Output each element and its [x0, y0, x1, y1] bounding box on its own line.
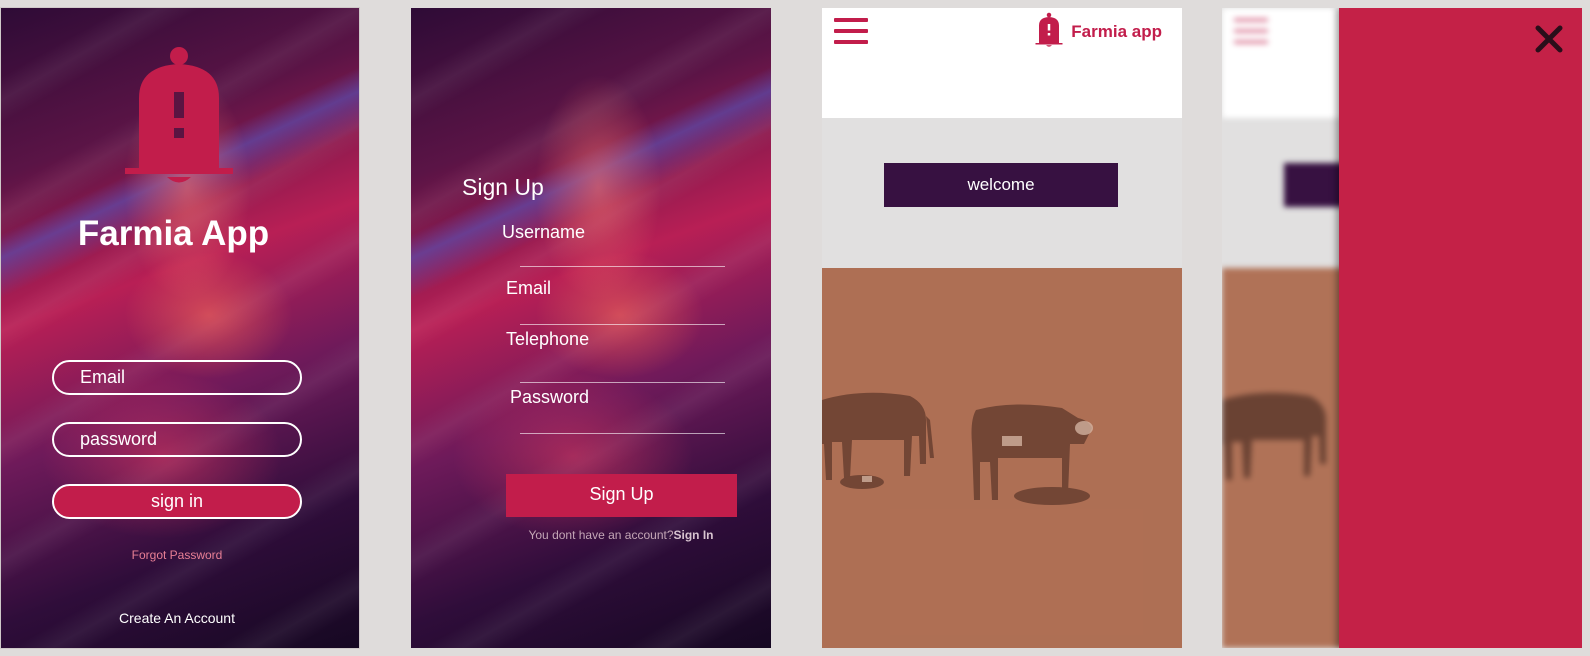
sign-up-button[interactable]: Sign Up: [506, 474, 737, 517]
side-menu-panel: [1339, 8, 1582, 648]
signup-title: Sign Up: [462, 174, 544, 200]
home-screen: Farmia app welcome: [822, 8, 1182, 648]
welcome-button[interactable]: welcome: [884, 163, 1118, 207]
sign-in-link[interactable]: Sign In: [674, 528, 714, 542]
sign-in-button[interactable]: sign in: [52, 484, 302, 519]
menu-screen: [1222, 8, 1582, 648]
brand: Farmia app: [1035, 12, 1162, 52]
app-header: Farmia app: [822, 8, 1182, 118]
signup-footer: You dont have an account?Sign In: [411, 528, 771, 542]
email-label: Email: [506, 278, 552, 298]
username-input[interactable]: [520, 266, 725, 267]
bell-alert-icon: [1035, 12, 1063, 52]
hamburger-menu-icon[interactable]: [834, 18, 868, 46]
email-input[interactable]: Email: [52, 360, 302, 395]
brand-name: Farmia app: [1071, 22, 1162, 41]
close-icon[interactable]: [1534, 24, 1564, 54]
photo-tint: [822, 268, 1182, 648]
email-input[interactable]: [520, 324, 725, 325]
create-account-link[interactable]: Create An Account: [1, 610, 353, 626]
telephone-label: Telephone: [506, 329, 590, 349]
telephone-input[interactable]: [520, 382, 725, 383]
app-title: Farmia App: [77, 214, 270, 253]
hamburger-menu-icon: [1234, 18, 1268, 46]
password-label: Password: [510, 387, 590, 407]
signup-screen: Sign Up Username Email Telephone Passwor…: [411, 8, 771, 648]
cows-grazing-photo: [822, 268, 1182, 648]
password-input[interactable]: password: [52, 422, 302, 457]
username-label: Username: [502, 222, 586, 242]
login-screen: Farmia App Email password sign in Forgot…: [1, 8, 359, 648]
forgot-password-link[interactable]: Forgot Password: [1, 548, 353, 562]
password-input[interactable]: [520, 433, 725, 434]
footer-text: You dont have an account?: [528, 528, 674, 542]
bell-alert-icon: [123, 46, 235, 190]
